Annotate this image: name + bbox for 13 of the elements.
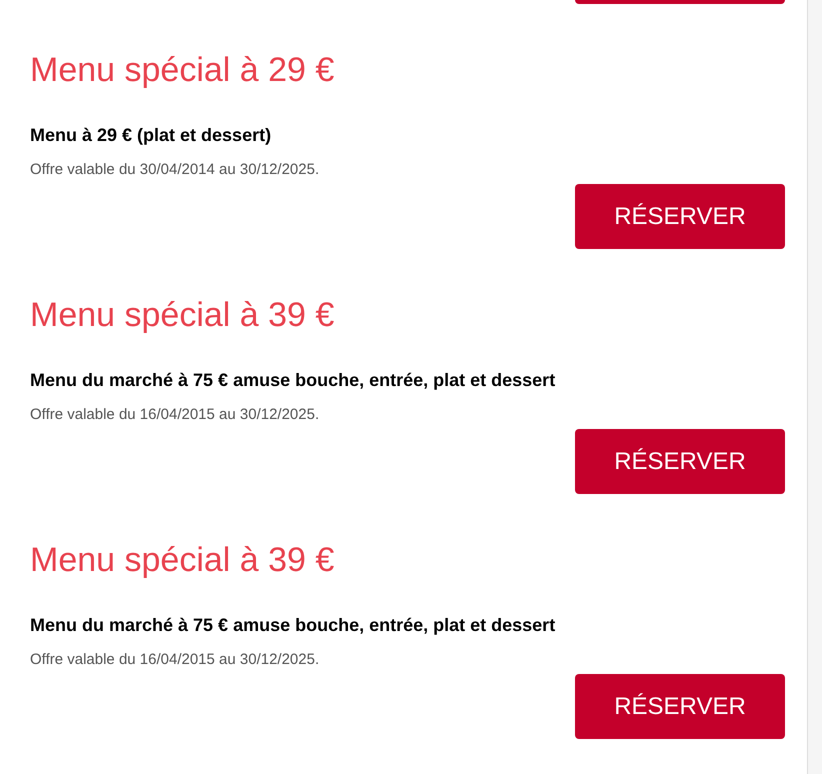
validity-text: Offre valable du 30/04/2014 au 30/12/2025. <box>30 161 320 179</box>
offer-title: Menu spécial à 39 € <box>30 540 336 580</box>
menu-description: Menu du marché à 75 € amuse bouche, entrée, plat et dessert <box>30 614 556 636</box>
offer-title: Menu spécial à 39 € <box>30 295 336 335</box>
validity-text: Offre valable du 16/04/2015 au 30/12/2025. <box>30 651 320 669</box>
menu-description: Menu à 29 € (plat et dessert) <box>30 124 272 146</box>
reserve-button[interactable]: RÉSERVER <box>575 184 785 249</box>
menu-description: Menu du marché à 75 € amuse bouche, entrée, plat et dessert <box>30 369 556 391</box>
validity-text: Offre valable du 16/04/2015 au 30/12/2025. <box>30 406 320 424</box>
reserve-button[interactable] <box>575 0 785 4</box>
offer-title: Menu spécial à 29 € <box>30 50 336 90</box>
reserve-button[interactable]: RÉSERVER <box>575 674 785 739</box>
reserve-button[interactable]: RÉSERVER <box>575 429 785 494</box>
